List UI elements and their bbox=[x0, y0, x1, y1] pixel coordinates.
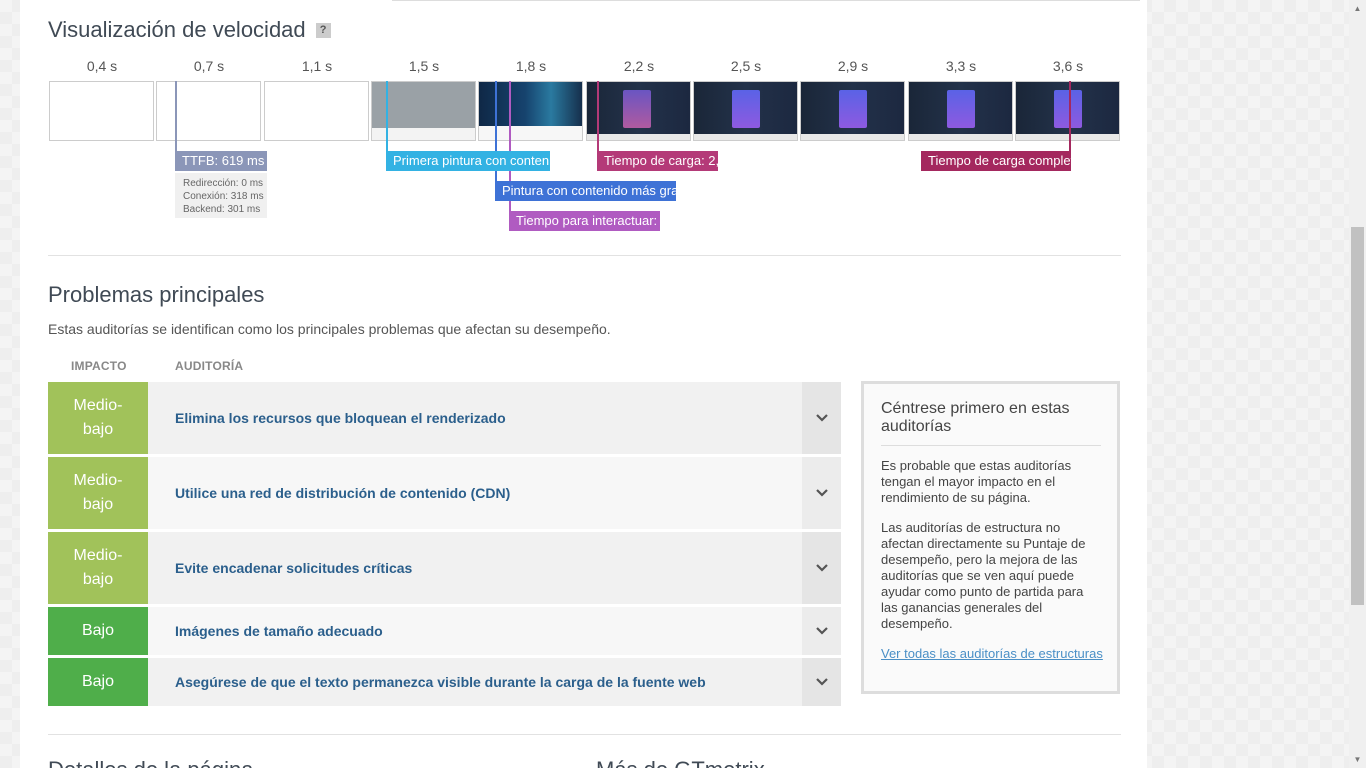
expand-button[interactable] bbox=[802, 532, 841, 604]
filmstrip-frame[interactable] bbox=[693, 81, 798, 141]
audit-row[interactable]: Bajo Imágenes de tamaño adecuado bbox=[48, 607, 841, 655]
audit-title[interactable]: Utilice una red de distribución de conte… bbox=[148, 457, 802, 529]
filmstrip-frame[interactable] bbox=[478, 81, 583, 141]
focus-audits-text: Las auditorías de estructura no afectan … bbox=[881, 520, 1086, 631]
speed-visualization-header: Visualización de velocidad ? bbox=[48, 17, 331, 43]
impact-badge: Bajo bbox=[48, 607, 148, 655]
time-label: 0,4 s bbox=[86, 58, 118, 74]
speed-visualization-title: Visualización de velocidad bbox=[48, 17, 306, 42]
time-label: 3,6 s bbox=[1052, 58, 1084, 74]
filmstrip-frame[interactable] bbox=[908, 81, 1013, 141]
impact-badge: Bajo bbox=[48, 658, 148, 706]
chevron-down-icon bbox=[815, 564, 828, 572]
time-label: 2,9 s bbox=[837, 58, 869, 74]
frame-card bbox=[1054, 90, 1082, 128]
focus-audits-box: Céntrese primero en estas auditorías Es … bbox=[861, 381, 1120, 694]
time-label: 1,5 s bbox=[408, 58, 440, 74]
scrollbar-thumb[interactable] bbox=[1351, 227, 1364, 605]
section-divider bbox=[48, 734, 1121, 735]
frame-card bbox=[623, 90, 651, 128]
view-all-structure-audits-link[interactable]: Ver todas las auditorías de estructuras bbox=[881, 646, 1103, 662]
audit-column-header: AUDITORÍA bbox=[175, 359, 244, 373]
more-from-gtmetrix-title: Más de GTmetrix bbox=[596, 757, 765, 768]
ttfb-redirect: Redirección: 0 ms bbox=[183, 178, 264, 189]
time-label: 1,1 s bbox=[301, 58, 333, 74]
time-label: 0,7 s bbox=[193, 58, 225, 74]
top-divider bbox=[392, 0, 1140, 1]
audit-row[interactable]: Bajo Asegúrese de que el texto permanezc… bbox=[48, 658, 841, 706]
report-page: Visualización de velocidad ? 0,4 s 0,7 s… bbox=[20, 0, 1147, 768]
audit-title[interactable]: Imágenes de tamaño adecuado bbox=[148, 607, 802, 655]
focus-audits-text: Es probable que estas auditorías tengan … bbox=[881, 458, 1072, 505]
fcp-flag: Primera pintura con contenido: bbox=[386, 151, 550, 171]
impact-badge: Medio-bajo bbox=[48, 382, 148, 454]
audit-title[interactable]: Asegúrese de que el texto permanezca vis… bbox=[148, 658, 802, 706]
expand-button[interactable] bbox=[802, 457, 841, 529]
ttfb-backend: Backend: 301 ms bbox=[183, 204, 261, 215]
lcp-flag: Pintura con contenido más grande: bbox=[495, 181, 676, 201]
time-label: 3,3 s bbox=[945, 58, 977, 74]
chevron-down-icon bbox=[815, 627, 828, 635]
onload-flag: Tiempo de carga: 2, bbox=[597, 151, 718, 171]
chevron-down-icon bbox=[815, 678, 828, 686]
impact-text: bajo bbox=[82, 421, 114, 438]
scroll-up-arrow-icon[interactable]: ▲ bbox=[1349, 0, 1366, 17]
audit-row[interactable]: Medio-bajo Evite encadenar solicitudes c… bbox=[48, 532, 841, 604]
audit-title[interactable]: Evite encadenar solicitudes críticas bbox=[148, 532, 802, 604]
time-label: 1,8 s bbox=[515, 58, 547, 74]
ttfb-details: Redirección: 0 ms Conexión: 318 ms Backe… bbox=[175, 173, 267, 218]
filmstrip-frame[interactable] bbox=[586, 81, 691, 141]
page-details-title: Detalles de la página bbox=[48, 757, 253, 768]
filmstrip-frame[interactable] bbox=[156, 81, 261, 141]
ttfb-flag: TTFB: 619 ms bbox=[175, 151, 267, 171]
filmstrip-frame[interactable] bbox=[800, 81, 905, 141]
audit-row[interactable]: Medio-bajo Utilice una red de distribuci… bbox=[48, 457, 841, 529]
audit-title[interactable]: Elimina los recursos que bloquean el ren… bbox=[148, 382, 802, 454]
help-icon[interactable]: ? bbox=[315, 22, 331, 38]
expand-button[interactable] bbox=[802, 382, 841, 454]
impact-text: bajo bbox=[82, 496, 114, 513]
impact-badge: Medio-bajo bbox=[48, 532, 148, 604]
impact-column-header: IMPACTO bbox=[71, 359, 127, 373]
timeline-labels: 0,4 s 0,7 s 1,1 s 1,5 s 1,8 s 2,2 s 2,5 … bbox=[48, 58, 1120, 76]
focus-audits-title: Céntrese primero en estas auditorías bbox=[881, 400, 1101, 446]
scroll-down-arrow-icon[interactable]: ▼ bbox=[1349, 751, 1366, 768]
impact-text: Medio- bbox=[73, 547, 123, 564]
expand-button[interactable] bbox=[802, 607, 841, 655]
chevron-down-icon bbox=[815, 414, 828, 422]
top-issues-intro: Estas auditorías se identifican como los… bbox=[48, 321, 611, 337]
impact-badge: Medio-bajo bbox=[48, 457, 148, 529]
audit-row[interactable]: Medio-bajo Elimina los recursos que bloq… bbox=[48, 382, 841, 454]
filmstrip-frame[interactable] bbox=[264, 81, 369, 141]
impact-text: bajo bbox=[82, 571, 114, 588]
tti-flag: Tiempo para interactuar: bbox=[509, 211, 660, 231]
ttfb-marker-line bbox=[175, 81, 177, 153]
top-issues-title: Problemas principales bbox=[48, 282, 265, 307]
frame-card bbox=[839, 90, 867, 128]
frame-card bbox=[947, 90, 975, 128]
frame-card bbox=[732, 90, 760, 128]
time-label: 2,2 s bbox=[623, 58, 655, 74]
fully-loaded-flag: Tiempo de carga completo: bbox=[921, 151, 1071, 171]
filmstrip-frame[interactable] bbox=[1015, 81, 1120, 141]
expand-button[interactable] bbox=[802, 658, 841, 706]
section-divider bbox=[48, 255, 1121, 256]
impact-text: Medio- bbox=[73, 397, 123, 414]
chevron-down-icon bbox=[815, 489, 828, 497]
ttfb-connection: Conexión: 318 ms bbox=[183, 191, 264, 202]
impact-text: Medio- bbox=[73, 472, 123, 489]
filmstrip bbox=[48, 81, 1120, 141]
filmstrip-frame[interactable] bbox=[49, 81, 154, 141]
time-label: 2,5 s bbox=[730, 58, 762, 74]
